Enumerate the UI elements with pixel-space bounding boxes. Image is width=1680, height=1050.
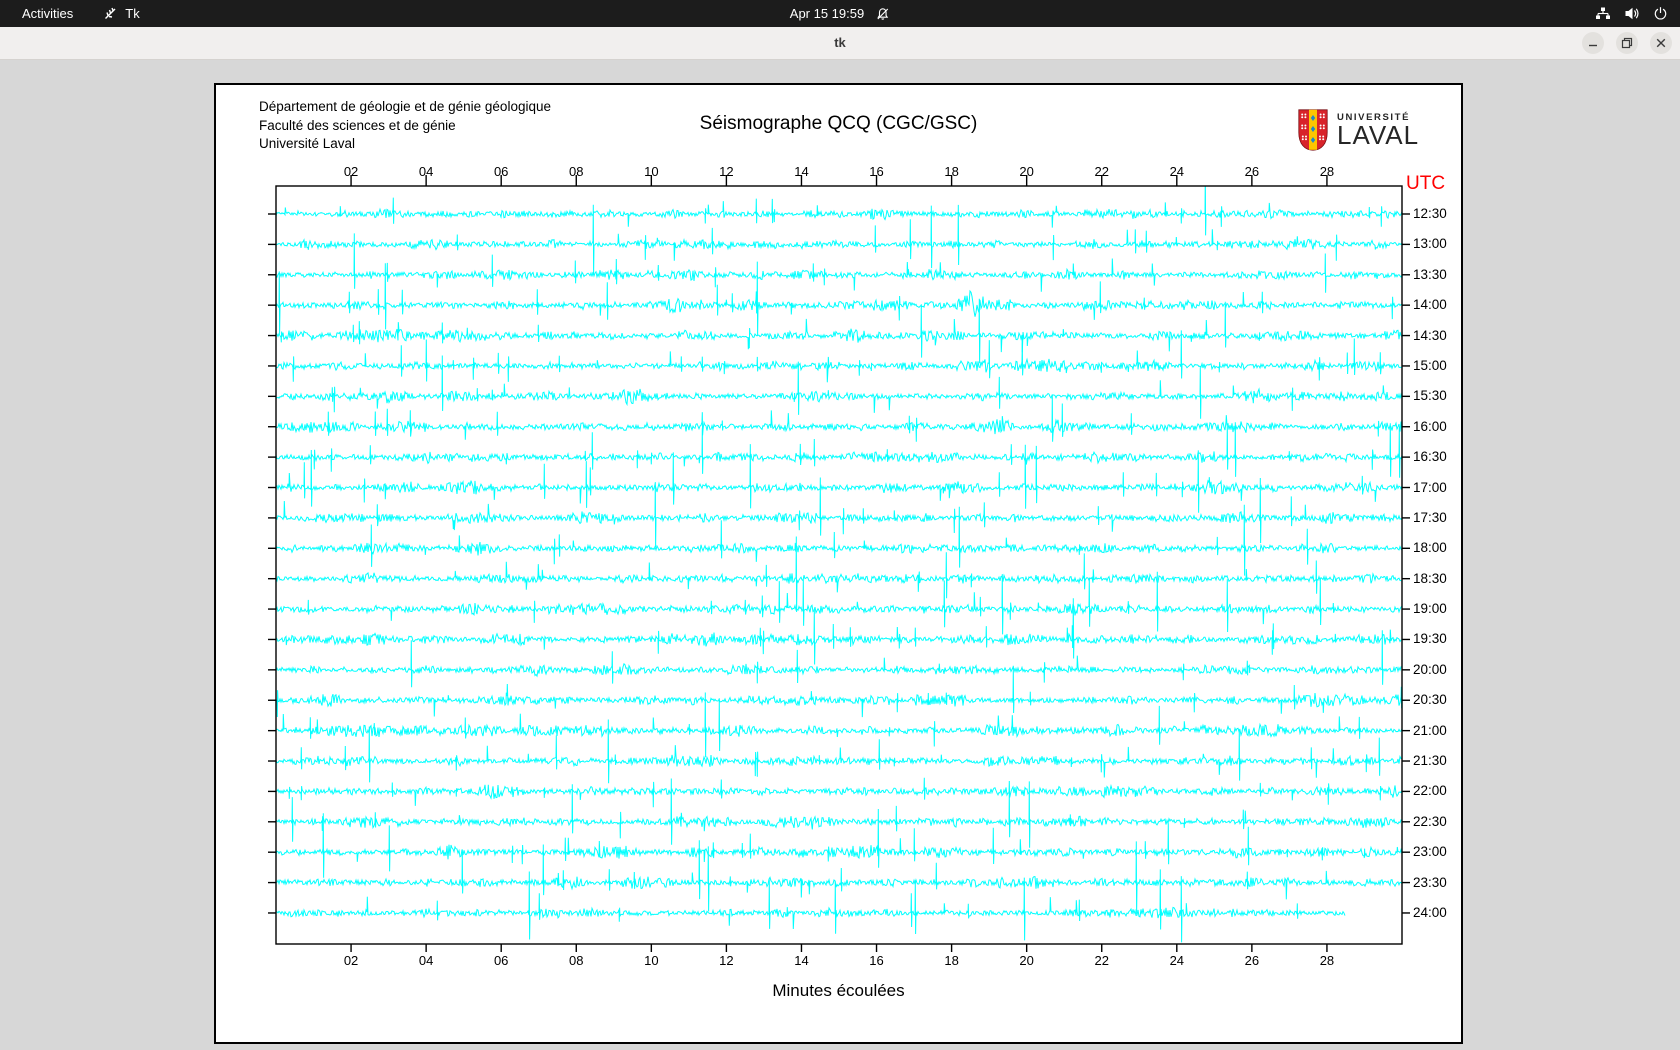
trace-time-label: 21:00 bbox=[1413, 722, 1447, 738]
activities-button[interactable]: Activities bbox=[18, 4, 77, 23]
x-tick-label-top: 16 bbox=[869, 164, 884, 179]
x-tick-label-bottom: 02 bbox=[343, 953, 359, 968]
clock-label: Apr 15 19:59 bbox=[789, 6, 865, 21]
system-status-area[interactable] bbox=[1595, 6, 1668, 21]
trace-time-label: 18:00 bbox=[1413, 540, 1447, 556]
window-titlebar: tk bbox=[0, 27, 1680, 60]
trace-time-label: 15:00 bbox=[1413, 357, 1447, 373]
trace-time-label: 16:00 bbox=[1413, 418, 1447, 434]
x-axis-title: Minutes écoulées bbox=[772, 981, 905, 1000]
x-tick-label-bottom: 24 bbox=[1169, 953, 1185, 968]
x-tick-label-bottom: 16 bbox=[869, 953, 884, 968]
seismogram-trace bbox=[276, 355, 1402, 419]
network-icon bbox=[1595, 6, 1611, 21]
tk-app-icon bbox=[103, 6, 118, 21]
trace-time-label: 12:30 bbox=[1413, 206, 1447, 221]
x-tick-label-top: 26 bbox=[1244, 164, 1260, 179]
power-icon bbox=[1653, 6, 1668, 21]
volume-icon bbox=[1624, 6, 1640, 21]
clock-area[interactable]: Apr 15 19:59 bbox=[790, 6, 890, 21]
trace-time-label: 18:30 bbox=[1413, 570, 1447, 586]
seismogram-trace bbox=[276, 808, 1402, 878]
seismogram-trace bbox=[276, 394, 1402, 442]
trace-time-label: 20:00 bbox=[1413, 661, 1447, 677]
x-tick-label-bottom: 06 bbox=[493, 953, 509, 968]
x-tick-label-bottom: 08 bbox=[569, 953, 584, 968]
seismogram-trace bbox=[276, 298, 1402, 364]
x-tick-label-top: 06 bbox=[493, 164, 509, 179]
seismograph-canvas: Département de géologie et de génie géol… bbox=[214, 83, 1463, 1044]
desktop: Activities Tk Apr 15 19:59 tk Départemen… bbox=[0, 0, 1680, 1050]
trace-time-label: 21:30 bbox=[1413, 753, 1447, 769]
x-tick-label-top: 02 bbox=[343, 164, 359, 179]
seismogram-trace bbox=[276, 444, 1402, 513]
trace-time-label: 16:30 bbox=[1413, 449, 1447, 465]
trace-time-label: 23:30 bbox=[1413, 874, 1447, 890]
x-tick-label-bottom: 14 bbox=[794, 953, 809, 968]
x-tick-label-top: 28 bbox=[1319, 164, 1335, 179]
close-button[interactable] bbox=[1650, 32, 1672, 54]
trace-time-label: 17:30 bbox=[1413, 509, 1447, 525]
trace-time-label: 15:30 bbox=[1413, 388, 1447, 404]
trace-time-label: 13:00 bbox=[1413, 236, 1447, 252]
trace-time-label: 17:00 bbox=[1413, 479, 1447, 495]
system-top-bar: Activities Tk Apr 15 19:59 bbox=[0, 0, 1680, 27]
app-menu[interactable]: Tk bbox=[103, 6, 140, 21]
x-tick-label-top: 22 bbox=[1094, 164, 1109, 179]
x-tick-label-bottom: 28 bbox=[1319, 953, 1335, 968]
window-title: tk bbox=[834, 35, 846, 50]
seismogram-trace bbox=[276, 719, 1402, 784]
restore-button[interactable] bbox=[1616, 32, 1638, 54]
trace-time-label: 19:00 bbox=[1413, 601, 1447, 617]
seismogram-trace bbox=[276, 777, 1402, 808]
trace-time-label: 14:30 bbox=[1413, 327, 1447, 343]
x-tick-label-top: 10 bbox=[644, 164, 659, 179]
seismogram-trace bbox=[276, 186, 1402, 236]
x-tick-label-top: 04 bbox=[418, 164, 434, 179]
x-tick-label-bottom: 18 bbox=[944, 953, 959, 968]
x-tick-label-bottom: 20 bbox=[1019, 953, 1034, 968]
notifications-muted-icon bbox=[876, 7, 890, 21]
trace-time-label: 23:00 bbox=[1413, 844, 1447, 860]
seismogram-trace bbox=[276, 571, 1402, 635]
x-tick-label-bottom: 26 bbox=[1244, 953, 1260, 968]
x-tick-label-top: 12 bbox=[719, 164, 734, 179]
x-tick-label-bottom: 22 bbox=[1094, 953, 1109, 968]
x-tick-label-bottom: 12 bbox=[719, 953, 734, 968]
trace-time-label: 22:30 bbox=[1413, 813, 1447, 829]
trace-time-label: 20:30 bbox=[1413, 692, 1447, 708]
seismogram-trace bbox=[276, 840, 1402, 915]
x-tick-label-top: 14 bbox=[794, 164, 809, 179]
seismogram-trace bbox=[276, 665, 1402, 718]
x-tick-label-top: 24 bbox=[1169, 164, 1185, 179]
x-tick-label-top: 18 bbox=[944, 164, 959, 179]
trace-time-label: 19:30 bbox=[1413, 631, 1447, 647]
x-tick-label-bottom: 04 bbox=[418, 953, 434, 968]
app-menu-label: Tk bbox=[125, 6, 140, 21]
x-tick-label-top: 08 bbox=[569, 164, 584, 179]
x-tick-label-bottom: 10 bbox=[644, 953, 659, 968]
trace-time-label: 13:30 bbox=[1413, 266, 1447, 282]
x-tick-label-top: 20 bbox=[1019, 164, 1034, 179]
trace-time-label: 24:00 bbox=[1413, 904, 1447, 920]
seismogram-plot bbox=[268, 175, 1410, 952]
trace-time-label: 14:00 bbox=[1413, 297, 1447, 313]
trace-time-label: 22:00 bbox=[1413, 783, 1447, 799]
seismogram-trace bbox=[276, 869, 1346, 943]
minimize-button[interactable] bbox=[1582, 32, 1604, 54]
